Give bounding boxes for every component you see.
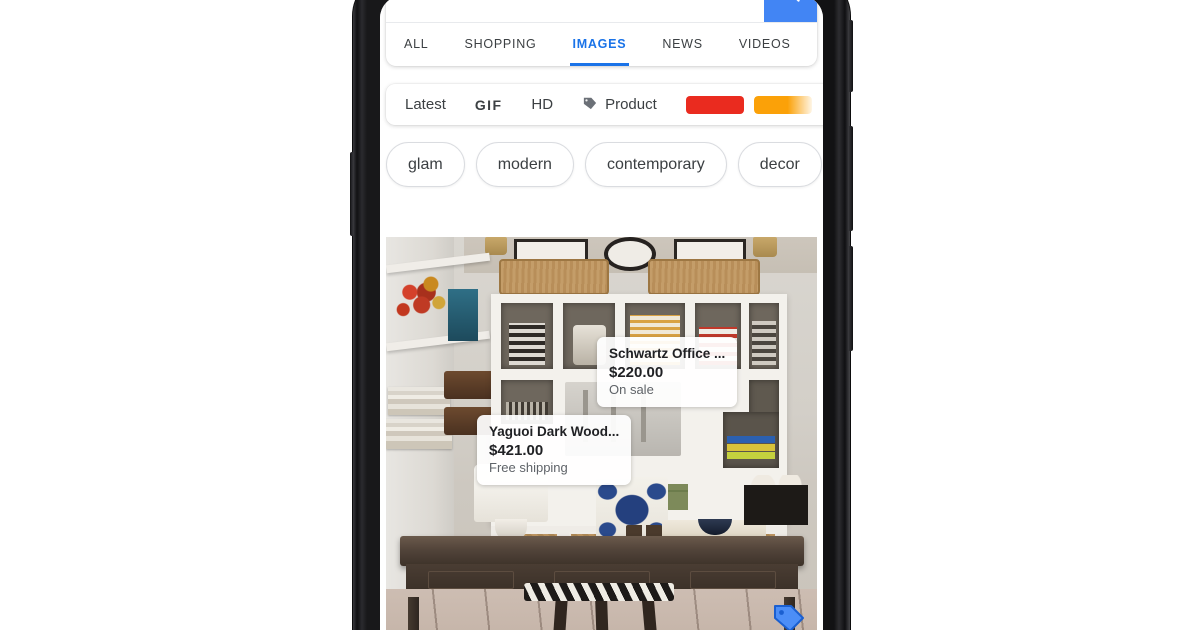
tab-label: ALL xyxy=(404,36,429,51)
product-callout-yaguoi[interactable]: Yaguoi Dark Wood... $421.00 Free shippin… xyxy=(477,415,632,485)
chip-decor[interactable]: decor xyxy=(737,142,822,187)
product-note: Free shipping xyxy=(489,460,568,475)
book-stack-1 xyxy=(388,387,450,415)
tab-shopping[interactable]: SHOPPING xyxy=(465,23,537,66)
phone-device: Schwartz Office ... $220.00 On sale Yagu… xyxy=(350,0,853,630)
desk-leg-1 xyxy=(408,597,419,630)
book-stack-2 xyxy=(386,419,452,449)
tab-label: NEWS xyxy=(662,36,703,51)
search-tabs: ALL SHOPPING IMAGES NEWS VIDEOS xyxy=(386,23,817,66)
chair-seat xyxy=(524,583,674,601)
filter-label: Latest xyxy=(405,96,446,113)
image-filter-bar: Latest GIF HD Product xyxy=(386,84,823,125)
storage-basket-1 xyxy=(499,259,609,295)
price-tag-icon[interactable] xyxy=(772,602,806,630)
search-bar[interactable]: home offices xyxy=(386,0,817,23)
chip-label: decor xyxy=(759,155,800,173)
search-button[interactable] xyxy=(764,0,817,22)
product-note: On sale xyxy=(609,382,654,397)
red-swatch[interactable] xyxy=(685,95,744,114)
image-result[interactable]: Schwartz Office ... $220.00 On sale Yagu… xyxy=(386,237,817,630)
chip-glam[interactable]: glam xyxy=(386,142,465,187)
tab-label: IMAGES xyxy=(572,36,627,51)
chip-label: glam xyxy=(408,155,443,173)
cubby-5 xyxy=(749,303,779,369)
product-price: $220.00 xyxy=(609,364,664,381)
chip-label: modern xyxy=(497,155,552,173)
product-title: Schwartz Office ... xyxy=(609,346,726,361)
phone-side-button-mute[interactable] xyxy=(848,20,853,92)
chip-label: contemporary xyxy=(606,155,705,173)
tab-videos[interactable]: VIDEOS xyxy=(739,23,791,66)
product-price: $421.00 xyxy=(489,442,544,459)
tab-label: SHOPPING xyxy=(464,36,537,51)
leather-box-1 xyxy=(444,371,496,399)
cubby-1 xyxy=(501,303,553,369)
flower-arrangement xyxy=(390,269,456,327)
filter-hd[interactable]: HD xyxy=(531,96,553,113)
tab-all[interactable]: ALL xyxy=(404,23,429,66)
orange-swatch[interactable] xyxy=(753,95,812,114)
phone-screen: Schwartz Office ... $220.00 On sale Yagu… xyxy=(380,0,823,630)
app-screen: Schwartz Office ... $220.00 On sale Yagu… xyxy=(380,0,823,630)
search-header-card: home offices xyxy=(386,0,817,66)
tab-label: VIDEOS xyxy=(738,36,791,51)
filter-latest[interactable]: Latest xyxy=(405,96,446,113)
tab-images[interactable]: IMAGES xyxy=(569,23,630,66)
product-callout-schwartz[interactable]: Schwartz Office ... $220.00 On sale xyxy=(597,337,738,407)
desk-surface xyxy=(400,536,804,566)
filter-label: Product xyxy=(605,96,657,113)
search-icon xyxy=(779,0,802,4)
phone-side-button-volume-up[interactable] xyxy=(848,126,853,231)
related-search-chips: glam modern contemporary decor xyxy=(386,142,823,187)
filter-label: GIF xyxy=(474,96,503,113)
tab-news[interactable]: NEWS xyxy=(662,23,703,66)
screenshot-root: Schwartz Office ... $220.00 On sale Yagu… xyxy=(0,0,1200,630)
phone-side-button-volume-down[interactable] xyxy=(848,246,853,351)
wall-sconce-2 xyxy=(753,237,777,257)
tag-icon xyxy=(582,96,598,114)
desk-accessories xyxy=(744,475,808,541)
chip-contemporary[interactable]: contemporary xyxy=(584,142,727,187)
filter-product[interactable]: Product xyxy=(582,96,657,114)
chip-modern[interactable]: modern xyxy=(475,142,574,187)
filter-gif[interactable]: GIF xyxy=(475,97,503,113)
close-icon[interactable] xyxy=(724,0,758,9)
storage-basket-2 xyxy=(648,259,760,295)
phone-side-button-power[interactable] xyxy=(350,152,354,236)
cubby-8 xyxy=(723,412,779,468)
product-title: Yaguoi Dark Wood... xyxy=(489,424,620,439)
filter-label: HD xyxy=(531,96,554,113)
search-input[interactable]: home offices xyxy=(386,0,724,3)
blue-vase xyxy=(448,289,478,341)
